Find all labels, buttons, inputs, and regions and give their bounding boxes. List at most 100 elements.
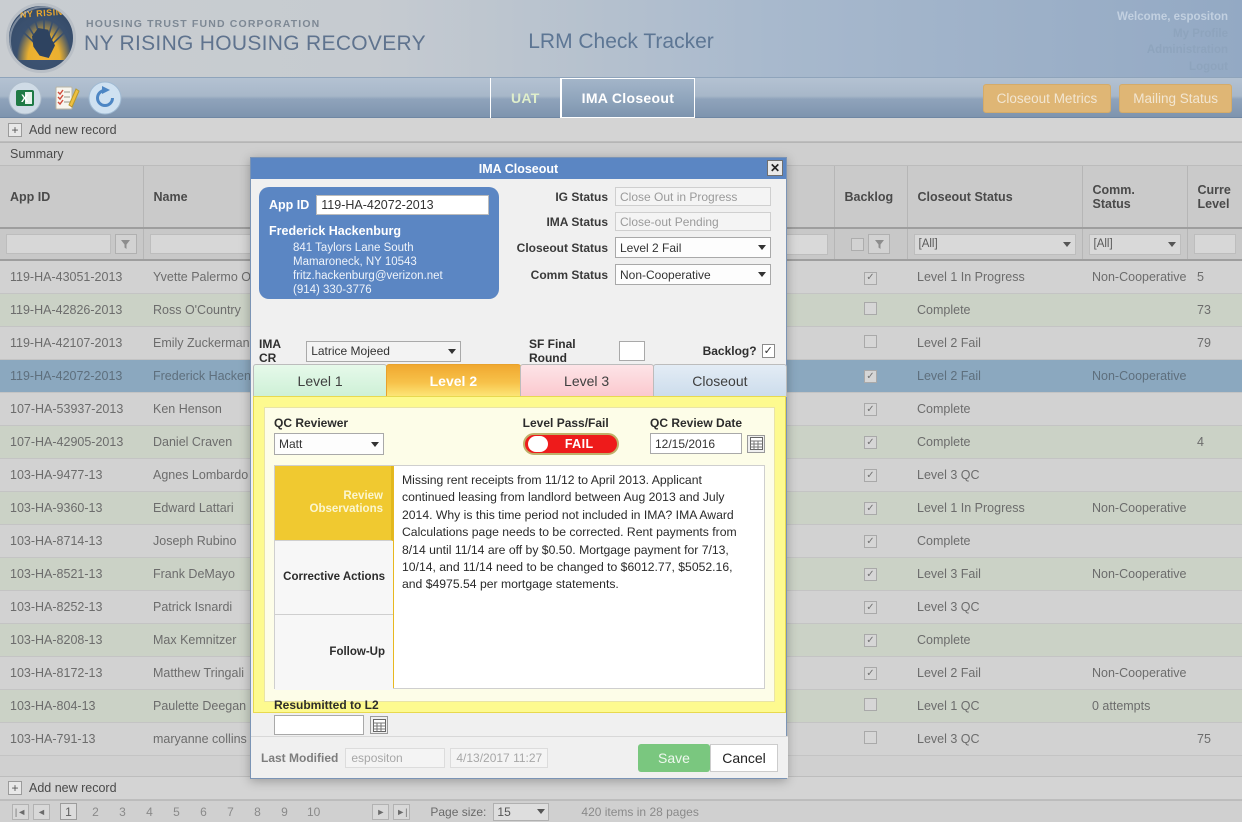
comm-status-select[interactable]: Non-Cooperative xyxy=(615,264,771,285)
app-id-label: App ID xyxy=(269,198,310,212)
page-size-label: Page size: xyxy=(430,804,487,819)
nav-tab-uat[interactable]: UAT xyxy=(490,78,561,118)
grid-summary-label: Summary xyxy=(10,147,64,161)
last-modified-date: 4/13/2017 11:27 xyxy=(450,747,549,768)
logout-link[interactable]: Logout xyxy=(1117,59,1228,76)
status-fields-panel: IG Status Close Out in Progress IMA Stat… xyxy=(509,187,771,291)
backlog-checkbox-cell[interactable] xyxy=(864,502,877,516)
cell-app-id: 103-HA-8208-13 xyxy=(0,623,143,657)
cell-backlog xyxy=(834,722,907,756)
close-icon[interactable]: ✕ xyxy=(767,160,783,176)
pass-fail-toggle[interactable]: FAIL xyxy=(522,433,619,455)
cancel-button[interactable]: Cancel xyxy=(710,743,778,772)
sf-final-round-label: SF Final Round xyxy=(528,337,576,365)
page-next-button[interactable]: ► xyxy=(372,803,390,820)
backlog-checkbox-cell[interactable] xyxy=(864,271,877,285)
qc-review-date-input[interactable]: 12/15/2016 xyxy=(650,433,742,454)
cell-app-id: 103-HA-8172-13 xyxy=(0,656,143,690)
page-number[interactable]: 1 xyxy=(60,803,77,820)
col-header-closeout-status[interactable]: Closeout Status xyxy=(907,166,1083,229)
save-button[interactable]: Save xyxy=(638,743,710,772)
backlog-checkbox-cell[interactable] xyxy=(864,403,877,417)
my-profile-link[interactable]: My Profile xyxy=(1117,26,1228,43)
page-number[interactable]: 7 xyxy=(222,803,239,820)
backlog-checkbox-cell[interactable] xyxy=(864,469,877,483)
filter-input-app-id[interactable] xyxy=(6,234,111,254)
notes-checklist-icon[interactable] xyxy=(48,81,82,115)
backlog-checkbox-cell[interactable] xyxy=(864,370,877,384)
cell-closeout-status: Complete xyxy=(907,623,1082,657)
page-number[interactable]: 5 xyxy=(168,803,185,820)
page-last-button[interactable]: ►| xyxy=(393,803,411,820)
backlog-checkbox-cell[interactable] xyxy=(864,436,877,450)
filter-input-current-level[interactable] xyxy=(1193,234,1236,254)
page-prev-button[interactable]: ◄ xyxy=(33,803,50,820)
sf-final-round-input[interactable] xyxy=(618,341,645,361)
modal-body: App ID 119-HA-42072-2013 Frederick Hacke… xyxy=(251,179,787,746)
filter-select-closeout-status[interactable]: [All] xyxy=(913,233,1076,255)
page-number[interactable]: 8 xyxy=(249,803,266,820)
cell-app-id: 119-HA-42072-2013 xyxy=(0,359,143,393)
backlog-checkbox-cell[interactable] xyxy=(864,667,877,681)
col-header-backlog[interactable]: Backlog xyxy=(834,166,908,229)
cell-comm-status: Non-Cooperative xyxy=(1082,656,1187,690)
closeout-status-select[interactable]: Level 2 Fail xyxy=(615,237,771,258)
cell-backlog xyxy=(834,557,907,591)
closeout-status-label: Closeout Status xyxy=(516,240,608,255)
modal-title-text: IMA Closeout xyxy=(478,161,559,176)
page-number[interactable]: 4 xyxy=(141,803,158,820)
filter-cell-comm-status: [All] xyxy=(1082,228,1188,261)
cell-comm-status xyxy=(1082,293,1187,327)
ima-cr-select[interactable]: Latrice Mojeed xyxy=(306,340,461,362)
tab-level-2[interactable]: Level 2 xyxy=(386,364,521,397)
nav-tab-ima-closeout[interactable]: IMA Closeout xyxy=(560,78,696,118)
backlog-checkbox-cell[interactable] xyxy=(864,634,877,648)
excel-export-icon[interactable]: X xyxy=(8,81,42,115)
page-title: LRM Check Tracker xyxy=(528,30,714,53)
calendar-icon[interactable] xyxy=(747,434,765,453)
page-number[interactable]: 9 xyxy=(276,803,293,820)
page-size-select[interactable]: 15 xyxy=(493,802,550,821)
backlog-checkbox-cell[interactable] xyxy=(864,535,877,549)
calendar-icon-resubmitted[interactable] xyxy=(370,716,388,734)
mailing-status-button[interactable]: Mailing Status xyxy=(1119,84,1232,113)
resubmitted-input[interactable] xyxy=(274,715,364,735)
plus-icon[interactable]: + xyxy=(8,122,22,137)
review-observations-textarea[interactable]: Missing rent receipts from 11/12 to Apri… xyxy=(393,466,764,688)
backlog-checkbox-cell[interactable] xyxy=(864,568,877,582)
filter-select-comm-status[interactable]: [All] xyxy=(1088,233,1181,255)
tab-level-1[interactable]: Level 1 xyxy=(253,364,388,397)
backlog-checkbox-cell[interactable] xyxy=(864,601,877,615)
level-2-panel: QC Reviewer Matt Level Pass/Fail FAIL QC… xyxy=(253,396,786,735)
plus-icon-bottom[interactable]: + xyxy=(8,781,22,795)
app-id-input[interactable]: 119-HA-42072-2013 xyxy=(316,195,489,215)
col-header-app-id[interactable]: App ID xyxy=(0,166,144,229)
cell-closeout-status: Level 2 Fail xyxy=(907,326,1082,360)
col-header-current-level[interactable]: Curre Level xyxy=(1187,166,1242,229)
page-first-button[interactable]: |◄ xyxy=(12,803,29,820)
add-new-record-bar-top[interactable]: + Add new record xyxy=(0,118,1242,142)
filter-checkbox-backlog[interactable] xyxy=(851,237,864,251)
backlog-checkbox-cell[interactable] xyxy=(864,301,877,315)
refresh-icon[interactable] xyxy=(88,81,122,115)
page-number[interactable]: 10 xyxy=(303,803,324,820)
tab-level-3[interactable]: Level 3 xyxy=(519,364,654,397)
cell-app-id: 103-HA-804-13 xyxy=(0,689,143,723)
page-number[interactable]: 6 xyxy=(195,803,212,820)
closeout-metrics-button[interactable]: Closeout Metrics xyxy=(982,84,1112,113)
cell-app-id: 103-HA-791-13 xyxy=(0,722,143,756)
add-new-record-bar-bottom[interactable]: + Add new record xyxy=(0,776,1242,800)
administration-link[interactable]: Administration xyxy=(1117,42,1228,59)
backlog-checkbox-cell[interactable] xyxy=(864,730,877,744)
filter-funnel-icon-app-id[interactable] xyxy=(114,234,137,254)
backlog-checkbox-cell[interactable] xyxy=(864,697,877,711)
qc-reviewer-select[interactable]: Matt xyxy=(274,433,384,455)
tab-closeout[interactable]: Closeout xyxy=(652,364,787,397)
page-number[interactable]: 2 xyxy=(87,803,104,820)
backlog-checkbox-cell[interactable] xyxy=(864,334,877,348)
col-header-comm-status[interactable]: Comm. Status xyxy=(1082,166,1188,229)
page-number[interactable]: 3 xyxy=(114,803,131,820)
backlog-checkbox[interactable]: ✓ xyxy=(761,344,775,358)
filter-funnel-icon-backlog[interactable] xyxy=(868,234,890,254)
nav-buttons: Closeout Metrics Mailing Status xyxy=(982,84,1232,113)
